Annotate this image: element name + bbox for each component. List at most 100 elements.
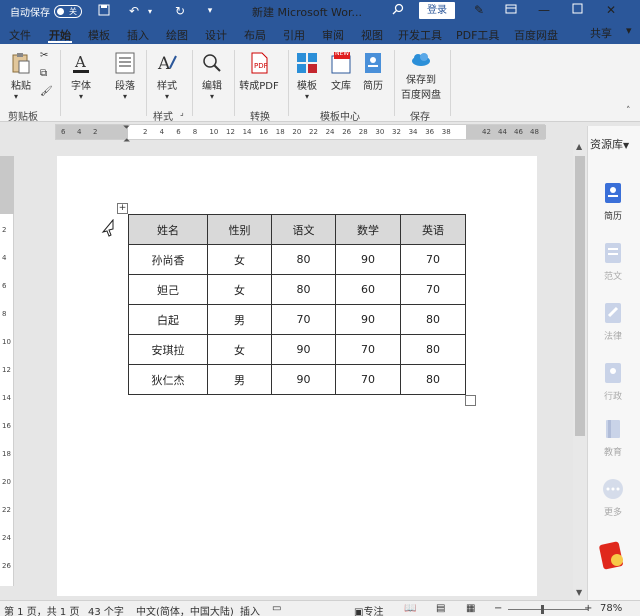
table-cell[interactable]: 70: [400, 244, 466, 275]
table-cell[interactable]: 70: [271, 304, 336, 335]
tab-file[interactable]: 文件: [9, 27, 31, 43]
undo-icon[interactable]: ↶: [126, 4, 142, 18]
search-icon[interactable]: [392, 3, 404, 18]
scrollbar-thumb[interactable]: [575, 156, 585, 436]
tab-developer[interactable]: 开发工具: [398, 27, 442, 43]
table-cell[interactable]: 妲己: [128, 274, 208, 305]
table-cell[interactable]: 女: [207, 274, 272, 305]
resume-button[interactable]: 简历: [360, 52, 386, 92]
customize-qa-icon[interactable]: ▾: [202, 6, 218, 16]
table-cell[interactable]: 90: [335, 304, 401, 335]
tab-insert[interactable]: 插入: [127, 27, 149, 43]
share-dropdown-icon[interactable]: ▾: [626, 24, 632, 37]
hanging-indent-icon[interactable]: ⏶: [123, 136, 130, 146]
wenku-button[interactable]: NEW 文库: [328, 50, 354, 92]
maximize-icon[interactable]: [572, 3, 583, 17]
styles-launcher-icon[interactable]: ⌟: [180, 108, 184, 117]
zoom-in-icon[interactable]: +: [584, 603, 592, 614]
table-cell[interactable]: 安琪拉: [128, 334, 208, 365]
table-cell[interactable]: 男: [207, 364, 272, 395]
to-pdf-button[interactable]: PDF 转成PDF: [238, 52, 280, 92]
header-math[interactable]: 数学: [335, 214, 401, 245]
table-cell[interactable]: 女: [207, 334, 272, 365]
scroll-down-icon[interactable]: ▼: [576, 588, 582, 597]
red-packet-icon[interactable]: [597, 540, 627, 570]
read-mode-icon[interactable]: 📖: [404, 603, 416, 614]
save-icon[interactable]: [96, 4, 112, 19]
styles-button[interactable]: A 样式 ▾: [150, 52, 184, 101]
header-chinese[interactable]: 语文: [271, 214, 336, 245]
table-cell[interactable]: 80: [400, 364, 466, 395]
panel-item-legal[interactable]: 法律: [592, 302, 634, 342]
insert-mode[interactable]: 插入: [240, 603, 260, 616]
table-cell[interactable]: 80: [271, 274, 336, 305]
panel-item-essay[interactable]: 范文: [592, 242, 634, 282]
panel-item-admin[interactable]: 行政: [592, 362, 634, 402]
header-name[interactable]: 姓名: [128, 214, 208, 245]
table-resize-handle[interactable]: [465, 395, 476, 406]
tab-design[interactable]: 设计: [205, 27, 227, 43]
autosave-toggle[interactable]: 关: [54, 4, 82, 18]
minimize-icon[interactable]: —: [538, 3, 550, 17]
header-english[interactable]: 英语: [400, 214, 466, 245]
redo-icon[interactable]: ↻: [172, 4, 188, 18]
undo-dropdown-icon[interactable]: ▾: [142, 7, 158, 16]
print-layout-icon[interactable]: ▤: [436, 603, 445, 614]
table-cell[interactable]: 孙尚香: [128, 244, 208, 275]
collapse-ribbon-icon[interactable]: ˄: [626, 106, 631, 116]
table-cell[interactable]: 女: [207, 244, 272, 275]
tab-templates[interactable]: 模板: [88, 27, 110, 43]
panel-item-resume[interactable]: 简历: [592, 182, 634, 222]
resource-panel-title[interactable]: 资源库▼: [590, 136, 629, 152]
copy-icon[interactable]: ⧉: [40, 68, 47, 79]
paste-dropdown-icon[interactable]: ▾: [14, 92, 18, 101]
tab-draw[interactable]: 绘图: [166, 27, 188, 43]
header-gender[interactable]: 性别: [207, 214, 272, 245]
table-cell[interactable]: 90: [271, 334, 336, 365]
table-cell[interactable]: 狄仁杰: [128, 364, 208, 395]
editing-button[interactable]: 编辑 ▾: [196, 52, 228, 101]
tab-layout[interactable]: 布局: [244, 27, 266, 43]
pen-icon[interactable]: ✎: [474, 3, 484, 17]
macro-record-icon[interactable]: ▭: [272, 603, 281, 614]
share-button[interactable]: 共享: [590, 25, 612, 41]
save-to-baidu-button[interactable]: 保存到 百度网盘: [398, 52, 444, 101]
panel-item-education[interactable]: 教育: [592, 418, 634, 458]
table-cell[interactable]: 90: [271, 364, 336, 395]
ribbon-display-icon[interactable]: [505, 3, 517, 18]
paragraph-button[interactable]: 段落 ▾: [108, 52, 142, 101]
table-cell[interactable]: 60: [335, 274, 401, 305]
table-cell[interactable]: 70: [335, 364, 401, 395]
font-button[interactable]: A 字体 ▾: [64, 52, 98, 101]
web-layout-icon[interactable]: ▦: [466, 603, 475, 614]
table-cell[interactable]: 70: [400, 274, 466, 305]
table-cell[interactable]: 80: [400, 304, 466, 335]
table-cell[interactable]: 男: [207, 304, 272, 335]
table-cell[interactable]: 80: [271, 244, 336, 275]
format-painter-icon[interactable]: 🖌: [40, 86, 53, 97]
table-cell[interactable]: 80: [400, 334, 466, 365]
zoom-level[interactable]: 78%: [600, 603, 622, 614]
cut-icon[interactable]: ✂: [40, 50, 48, 61]
table-cell[interactable]: 70: [335, 334, 401, 365]
panel-item-more[interactable]: 更多: [592, 478, 634, 518]
tab-references[interactable]: 引用: [283, 27, 305, 43]
table-cell[interactable]: 90: [335, 244, 401, 275]
zoom-slider[interactable]: [508, 609, 588, 610]
table-cell[interactable]: 白起: [128, 304, 208, 335]
template-button[interactable]: 模板 ▾: [294, 52, 320, 101]
focus-button[interactable]: ▣专注: [354, 603, 383, 616]
tab-pdf-tools[interactable]: PDF工具: [456, 27, 499, 43]
indent-marker-icon[interactable]: ⏷: [123, 123, 130, 133]
zoom-slider-knob[interactable]: [541, 605, 544, 614]
zoom-out-icon[interactable]: −: [494, 603, 502, 614]
word-count[interactable]: 43 个字: [88, 603, 124, 616]
tab-view[interactable]: 视图: [361, 27, 383, 43]
login-button[interactable]: 登录: [419, 2, 455, 19]
paste-button[interactable]: 粘贴: [6, 52, 36, 92]
table-move-handle[interactable]: +: [117, 203, 128, 214]
close-icon[interactable]: ✕: [606, 3, 616, 17]
score-table[interactable]: 姓名 性别 语文 数学 英语 孙尚香 女 80 90 70 妲己 女 80 60…: [128, 214, 466, 395]
tab-review[interactable]: 审阅: [322, 27, 344, 43]
tab-baidu-disk[interactable]: 百度网盘: [514, 27, 558, 43]
